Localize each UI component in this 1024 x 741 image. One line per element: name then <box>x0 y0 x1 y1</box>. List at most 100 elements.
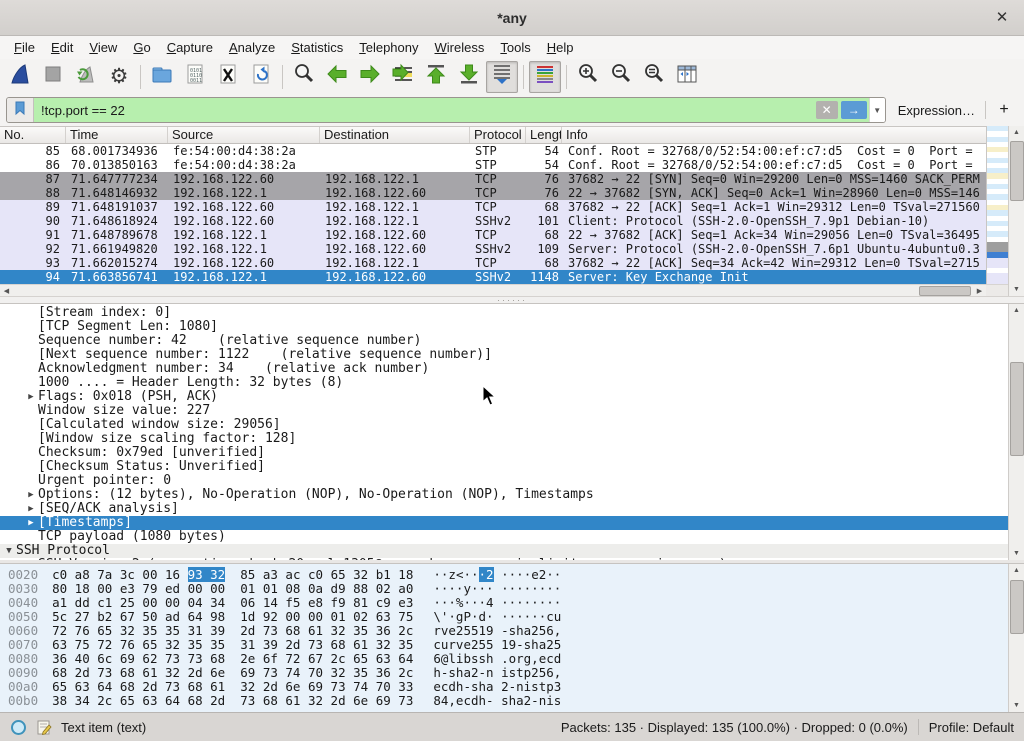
packet-row[interactable]: 8871.648146932192.168.122.1192.168.122.6… <box>0 186 986 200</box>
hex-row[interactable]: 00505c 27 b2 67 50 ad 64 98 1d 92 00 00 … <box>8 610 1008 624</box>
expander-closed-icon[interactable]: ▶ <box>24 516 38 530</box>
intelligent-scrollbar[interactable] <box>986 126 1008 284</box>
restart-capture-button[interactable] <box>70 61 102 93</box>
detail-row[interactable]: Urgent pointer: 0 <box>0 474 1008 488</box>
hex-row[interactable]: 007063 75 72 76 65 32 35 35 31 39 2d 73 … <box>8 638 1008 652</box>
close-file-button[interactable] <box>212 61 244 93</box>
stop-capture-button[interactable] <box>37 61 69 93</box>
detail-row[interactable]: TCP payload (1080 bytes) <box>0 530 1008 544</box>
column-header-destination[interactable]: Destination <box>320 127 470 143</box>
scrollbar-thumb[interactable] <box>1010 362 1024 456</box>
detail-row[interactable]: ▶[SEQ/ACK analysis] <box>0 502 1008 516</box>
scroll-right-icon[interactable]: ▶ <box>973 285 986 296</box>
detail-row[interactable]: Checksum: 0x79ed [unverified] <box>0 446 1008 460</box>
detail-row[interactable]: [Window size scaling factor: 128] <box>0 432 1008 446</box>
packet-row[interactable]: 8670.013850163fe:54:00:d4:38:2aSTP54Conf… <box>0 158 986 172</box>
expert-info-button[interactable] <box>10 719 27 736</box>
hex-row[interactable]: 0040a1 dd c1 25 00 00 04 34 06 14 f5 e8 … <box>8 596 1008 610</box>
expander-closed-icon[interactable]: ▶ <box>24 502 38 516</box>
column-header-protocol[interactable]: Protocol <box>470 127 526 143</box>
save-file-button[interactable]: 010101100011 <box>179 61 211 93</box>
scrollbar-thumb[interactable] <box>1010 141 1024 201</box>
close-window-icon[interactable]: ✕ <box>992 8 1012 26</box>
find-packet-button[interactable] <box>288 61 320 93</box>
reload-file-button[interactable] <box>245 61 277 93</box>
scroll-up-icon[interactable]: ▲ <box>1009 126 1024 139</box>
detail-row[interactable]: Window size value: 227 <box>0 404 1008 418</box>
packet-row[interactable]: 9471.663856741192.168.122.1192.168.122.6… <box>0 270 986 284</box>
start-capture-button[interactable] <box>4 61 36 93</box>
scroll-down-icon[interactable]: ▼ <box>1009 699 1024 712</box>
packet-row[interactable]: 8771.647777234192.168.122.60192.168.122.… <box>0 172 986 186</box>
hex-row[interactable]: 0020c0 a8 7a 3c 00 16 93 32 85 a3 ac c0 … <box>8 568 1008 582</box>
filter-clear-button[interactable]: ✕ <box>816 101 838 119</box>
detail-row[interactable]: ▶Flags: 0x018 (PSH, ACK) <box>0 390 1008 404</box>
hex-row[interactable]: 006072 76 65 32 35 35 31 39 2d 73 68 61 … <box>8 624 1008 638</box>
go-first-packet-button[interactable] <box>420 61 452 93</box>
packet-row[interactable]: 8971.648191037192.168.122.60192.168.122.… <box>0 200 986 214</box>
zoom-out-button[interactable] <box>605 61 637 93</box>
column-header-info[interactable]: Info <box>562 127 986 143</box>
detail-row[interactable]: ▶SSH Version 2 (encryption:chacha20_poly… <box>0 558 1008 560</box>
scrollbar-thumb[interactable] <box>919 286 971 296</box>
menu-file[interactable]: File <box>6 38 43 57</box>
auto-scroll-button[interactable] <box>486 61 518 93</box>
capture-comment-button[interactable] <box>36 719 52 735</box>
colorize-button[interactable] <box>529 61 561 93</box>
expander-closed-icon[interactable]: ▶ <box>24 390 38 404</box>
column-header-no[interactable]: No. <box>0 127 66 143</box>
title-bar[interactable]: *any ✕ <box>0 0 1024 36</box>
hex-row[interactable]: 00b038 34 2c 65 63 64 68 2d 73 68 61 32 … <box>8 694 1008 708</box>
menu-analyze[interactable]: Analyze <box>221 38 283 57</box>
go-last-packet-button[interactable] <box>453 61 485 93</box>
menu-tools[interactable]: Tools <box>492 38 538 57</box>
detail-row[interactable]: Acknowledgment number: 34 (relative ack … <box>0 362 1008 376</box>
detail-row[interactable]: 1000 .... = Header Length: 32 bytes (8) <box>0 376 1008 390</box>
packet-row[interactable]: 9271.661949820192.168.122.1192.168.122.6… <box>0 242 986 256</box>
detail-row[interactable]: [Checksum Status: Unverified] <box>0 460 1008 474</box>
resize-columns-button[interactable] <box>671 61 703 93</box>
menu-view[interactable]: View <box>81 38 125 57</box>
scroll-down-icon[interactable]: ▼ <box>1009 547 1024 560</box>
menu-help[interactable]: Help <box>539 38 582 57</box>
hex-row[interactable]: 008036 40 6c 69 62 73 73 68 2e 6f 72 67 … <box>8 652 1008 666</box>
detail-row[interactable]: [Stream index: 0] <box>0 306 1008 320</box>
display-filter-input[interactable]: !tcp.port == 22 <box>34 98 816 122</box>
detail-row[interactable]: ▼SSH Protocol <box>0 544 1008 558</box>
scrollbar-thumb[interactable] <box>1010 580 1024 634</box>
capture-options-button[interactable]: ⚙ <box>103 61 135 93</box>
packet-list-hscrollbar[interactable]: ◀ ▶ <box>0 284 986 296</box>
go-forward-button[interactable] <box>354 61 386 93</box>
menu-go[interactable]: Go <box>125 38 158 57</box>
packet-row[interactable]: 9371.662015274192.168.122.60192.168.122.… <box>0 256 986 270</box>
add-filter-button[interactable]: + <box>996 101 1012 119</box>
expression-button[interactable]: Expression… <box>898 103 975 118</box>
details-vscrollbar[interactable]: ▲ ▼ <box>1008 304 1024 560</box>
filter-history-dropdown[interactable]: ▼ <box>869 98 885 122</box>
scroll-left-icon[interactable]: ◀ <box>0 285 13 296</box>
menu-statistics[interactable]: Statistics <box>283 38 351 57</box>
hex-row[interactable]: 00a065 63 64 68 2d 73 68 61 32 2d 6e 69 … <box>8 680 1008 694</box>
menu-wireless[interactable]: Wireless <box>427 38 493 57</box>
scroll-up-icon[interactable]: ▲ <box>1009 564 1024 577</box>
menu-telephony[interactable]: Telephony <box>351 38 426 57</box>
detail-row[interactable]: [TCP Segment Len: 1080] <box>0 320 1008 334</box>
detail-row[interactable]: [Next sequence number: 1122 (relative se… <box>0 348 1008 362</box>
column-header-time[interactable]: Time <box>66 127 168 143</box>
expander-closed-icon[interactable]: ▶ <box>24 558 38 560</box>
filter-bookmark-button[interactable] <box>7 98 34 122</box>
detail-row[interactable]: ▶[Timestamps] <box>0 516 1008 530</box>
hex-row[interactable]: 009068 2d 73 68 61 32 2d 6e 69 73 74 70 … <box>8 666 1008 680</box>
go-to-packet-button[interactable] <box>387 61 419 93</box>
menu-edit[interactable]: Edit <box>43 38 81 57</box>
filter-apply-button[interactable]: → <box>841 101 867 119</box>
hex-vscrollbar[interactable]: ▲ ▼ <box>1008 564 1024 712</box>
zoom-in-button[interactable] <box>572 61 604 93</box>
packet-row[interactable]: 9171.648789678192.168.122.1192.168.122.6… <box>0 228 986 242</box>
detail-row[interactable]: [Calculated window size: 29056] <box>0 418 1008 432</box>
hex-row[interactable]: 003080 18 00 e3 79 ed 00 00 01 01 08 0a … <box>8 582 1008 596</box>
expander-open-icon[interactable]: ▼ <box>2 544 16 558</box>
open-file-button[interactable] <box>146 61 178 93</box>
scroll-down-icon[interactable]: ▼ <box>1009 283 1024 296</box>
go-back-button[interactable] <box>321 61 353 93</box>
